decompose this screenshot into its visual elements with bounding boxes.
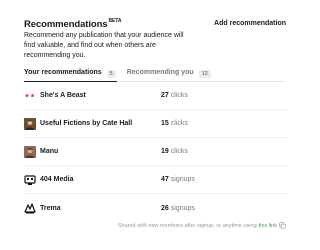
metric-unit: clicks [170, 92, 188, 99]
metric: 47 signups [161, 176, 195, 183]
metric-unit: clicks [170, 148, 188, 155]
footer-note: Shared with new members after signup, or… [118, 222, 286, 229]
list-item[interactable]: 404 Media 47 signups [24, 166, 286, 194]
beta-badge: BETA [108, 18, 122, 24]
tab-your-recommendations[interactable]: Your recommendations 5 [24, 66, 117, 82]
metric-value: 19 [161, 148, 169, 155]
metric-unit: signups [170, 204, 195, 212]
red-stars-logo-icon [24, 90, 36, 102]
list-item[interactable]: Trema 26 signups [24, 194, 286, 222]
page-title: RecommendationsBETA [24, 18, 122, 30]
portrait-logo-icon [24, 117, 36, 130]
metric-value: 47 [161, 176, 169, 183]
publication-name: Manu [40, 148, 59, 155]
header: RecommendationsBETA Add recommendation [24, 18, 286, 30]
tab-bar: Your recommendations 5 Recommending you … [24, 66, 286, 82]
list-item[interactable]: Manu 19 clicks [24, 138, 286, 166]
metric: 26 signups [161, 205, 195, 212]
title-text: Recommendations [24, 19, 108, 30]
metric: 27 clicks [161, 92, 188, 99]
publication-name: 404 Media [40, 176, 74, 183]
recommendations-panel: RecommendationsBETA Add recommendation R… [0, 0, 300, 250]
404-media-logo-icon [24, 173, 36, 186]
metric-value: 27 [161, 92, 169, 99]
add-recommendation-button[interactable]: Add recommendation [214, 20, 286, 27]
tab-label: Your recommendations [24, 69, 102, 76]
metric-value: 15 [161, 120, 169, 127]
tab-count-badge: 12 [198, 69, 211, 78]
publication-name: She's A Beast [40, 92, 86, 99]
list-item[interactable]: Useful Fictions by Cate Hall 15 clicks [24, 110, 286, 138]
recommendation-list: She's A Beast 27 clicks Useful Fictions b… [24, 82, 286, 222]
tab-recommending-you[interactable]: Recommending you 12 [127, 66, 211, 82]
footer-text: Shared with new members after signup, or… [117, 222, 257, 229]
description: Recommend any publication that your audi… [24, 32, 184, 59]
metric-value: 26 [161, 204, 169, 212]
trema-logo-icon [24, 202, 36, 214]
publication-name: Trema [40, 204, 61, 212]
publication-name: Useful Fictions by Cate Hall [40, 120, 133, 127]
metric-unit: clicks [170, 120, 188, 127]
portrait-logo-icon [24, 145, 36, 158]
copy-icon[interactable] [279, 222, 286, 229]
share-link[interactable]: this link [259, 223, 277, 229]
metric: 15 clicks [161, 120, 188, 127]
tab-label: Recommending you [126, 69, 194, 76]
metric-unit: signups [170, 176, 195, 183]
tab-count-badge: 5 [106, 69, 116, 78]
list-item[interactable]: She's A Beast 27 clicks [24, 82, 286, 110]
metric: 19 clicks [161, 148, 188, 155]
